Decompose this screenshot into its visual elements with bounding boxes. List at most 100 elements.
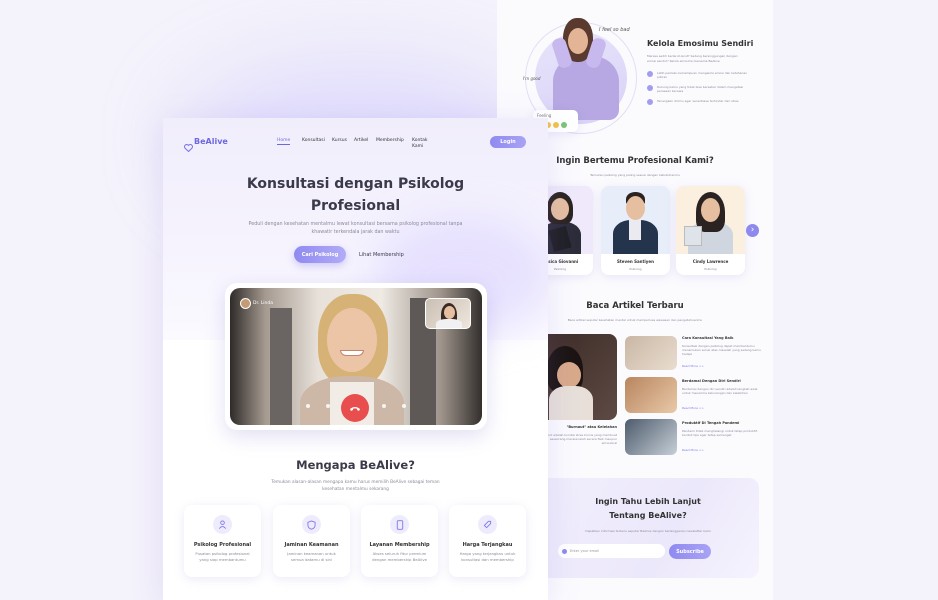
laptop-icon — [684, 226, 702, 246]
subscribe-subtitle: Dapatkan informasi terbaru seputar BeAli… — [585, 529, 711, 533]
read-more-link[interactable]: Read More >> — [682, 406, 704, 410]
doctor-smile — [340, 350, 364, 356]
email-placeholder: Enter your email — [570, 549, 600, 553]
emoji-icon — [561, 122, 567, 128]
psych-shirt — [629, 220, 641, 240]
emotion-bullet: Dukung kamu yang tidak bisa bersabar dal… — [657, 85, 744, 93]
doodle-text: I'm good — [523, 76, 541, 81]
feature-desc: Akses seluruh fitur premium — [372, 551, 427, 556]
screen-share-icon[interactable] — [382, 404, 386, 408]
tag-icon — [478, 515, 497, 534]
carousel-next-button[interactable]: › — [746, 224, 759, 237]
psych-name: Steven Santiyen — [617, 259, 654, 264]
article-title[interactable]: Cara Konsultasi Yang Baik — [682, 336, 762, 340]
doctor-face — [327, 308, 377, 372]
heart-icon — [647, 85, 653, 91]
article-thumb[interactable] — [625, 336, 677, 370]
heart-icon — [647, 99, 653, 105]
logo-heart-icon — [184, 137, 193, 153]
doodle-text: I feel so bad — [599, 27, 630, 33]
psych-name: Cindy Lawrence — [692, 259, 729, 264]
feature-card: Psikolog Profesional Pusatan psikolog pr… — [184, 505, 261, 577]
emotion-desc: Merasa sedih berlarut-larut? Sedang bers… — [647, 54, 738, 63]
feature-desc: semua datamu di sini — [291, 557, 332, 562]
more-icon[interactable] — [402, 404, 406, 408]
front-page-preview: BeAlive Home Konsultasi Kursus Artikel M… — [163, 118, 548, 600]
why-subtitle: kesehatan mentalmu sekarang — [322, 487, 389, 492]
brand-logo[interactable]: BeAlive — [194, 137, 228, 146]
feature-desc: Pusatan psikolog profesional — [195, 551, 250, 556]
phone-icon — [350, 407, 360, 411]
article-desc: Berdamai dengan diri sendiri adalah lang… — [682, 387, 758, 395]
feature-desc: dengan membership BeAlive — [372, 557, 427, 562]
feature-title: Psikolog Profesional — [193, 542, 252, 548]
emotion-bullet: Latih perilaku kemampuan mengelola emosi… — [657, 71, 748, 79]
feature-desc: yang siap membantumu — [199, 557, 246, 562]
psych-role: Psikolog — [629, 267, 642, 271]
subscribe-section: Ingin Tahu Lebih Lanjut Tentang BeAlive?… — [537, 478, 759, 578]
feature-title: Jaminan Keamanan — [284, 542, 339, 548]
feature-desc: konsultasi dan membership — [461, 557, 514, 562]
psych-face — [701, 198, 720, 222]
self-face — [444, 306, 455, 319]
shield-icon — [302, 515, 321, 534]
camera-icon[interactable] — [326, 404, 330, 408]
read-more-link[interactable]: Read More >> — [682, 448, 704, 452]
why-title: Mengapa BeAlive? — [296, 458, 415, 472]
end-call-button[interactable] — [341, 394, 369, 422]
subscribe-title: Tentang BeAlive? — [609, 511, 687, 520]
article-thumb[interactable] — [625, 419, 677, 455]
article-thumb[interactable] — [625, 377, 677, 413]
featured-face — [557, 362, 581, 388]
heart-icon — [647, 71, 653, 77]
emoji-icon — [553, 122, 559, 128]
feature-card: Jaminan Keamanan Jaminan keamanan untuk … — [273, 505, 350, 577]
why-subtitle: Temukan alasan-alasan mengapa kamu harus… — [271, 480, 440, 485]
woman-face — [568, 28, 588, 54]
article-title[interactable]: Berdamai Dengan Diri Sendiri — [682, 379, 762, 383]
nav-artikel[interactable]: Artikel — [354, 138, 368, 143]
feature-desc: Jaminan keamanan untuk — [287, 551, 336, 556]
bg-pillar — [270, 308, 292, 425]
article-desc: Pandemi tidak menghalangi untuk tetap pr… — [682, 429, 758, 437]
nav-kontak[interactable]: Kontak Kami — [412, 138, 432, 150]
hero-subtitle: khawatir terkendala jarak dan waktu — [311, 230, 400, 235]
nav-konsultasi[interactable]: Konsultasi — [302, 138, 325, 143]
psych-card[interactable]: Steven Santiyen Psikolog — [601, 186, 670, 275]
articles-subtitle: Baca artikel seputar kesehatan mental un… — [567, 318, 703, 322]
feature-title: Harga Terjangkau — [462, 542, 513, 548]
self-view-thumbnail[interactable] — [425, 298, 471, 329]
nav-kursus[interactable]: Kursus — [332, 138, 347, 143]
emotion-title: Kelola Emosimu Sendiri — [647, 39, 754, 48]
feature-card: Harga Terjangkau Harga yang terjangkau u… — [449, 505, 526, 577]
login-button[interactable]: Login — [490, 136, 526, 148]
subscribe-button[interactable]: Subscribe — [669, 544, 711, 559]
featured-article-title[interactable]: "Burnout" atau Kelelahan — [537, 425, 617, 429]
phone-icon — [390, 515, 409, 534]
self-body — [436, 319, 462, 328]
email-input[interactable]: Enter your email — [558, 544, 665, 558]
psych-face — [626, 196, 645, 220]
featured-article-desc: Burnout adalah kondisi stres kronis yang… — [540, 433, 617, 445]
cari-psikolog-button[interactable]: Cari Psikolog — [294, 246, 346, 263]
person-icon — [213, 515, 232, 534]
feature-title: Layanan Membership — [369, 542, 430, 548]
psych-face — [551, 198, 569, 220]
article-title[interactable]: Produktif Di Tengah Pandemi — [682, 421, 762, 425]
mic-icon[interactable] — [306, 404, 310, 408]
feature-card: Layanan Membership Akses seluruh fitur p… — [361, 505, 438, 577]
featured-article-image[interactable] — [537, 334, 617, 420]
hero-title: Profesional — [310, 198, 401, 214]
psych-role: Psikolog — [704, 267, 717, 271]
nav-home[interactable]: Home — [277, 138, 291, 145]
subscribe-title: Ingin Tahu Lebih Lanjut — [595, 497, 701, 506]
read-more-link[interactable]: Read More >> — [682, 364, 704, 368]
lihat-membership-link[interactable]: Lihat Membership — [359, 252, 404, 258]
hero-subtitle: Peduli dengan kesehatan mentalmu lewat k… — [248, 222, 463, 227]
nav-membership[interactable]: Membership — [376, 138, 404, 143]
user-icon — [562, 548, 567, 554]
psych-card[interactable]: Cindy Lawrence Psikolog — [676, 186, 745, 275]
hero-title: Konsultasi dengan Psikolog — [246, 176, 465, 192]
emotion-bullet: Tenangkan dirimu agar senantiasa terhind… — [657, 99, 739, 103]
featured-body — [549, 386, 593, 420]
